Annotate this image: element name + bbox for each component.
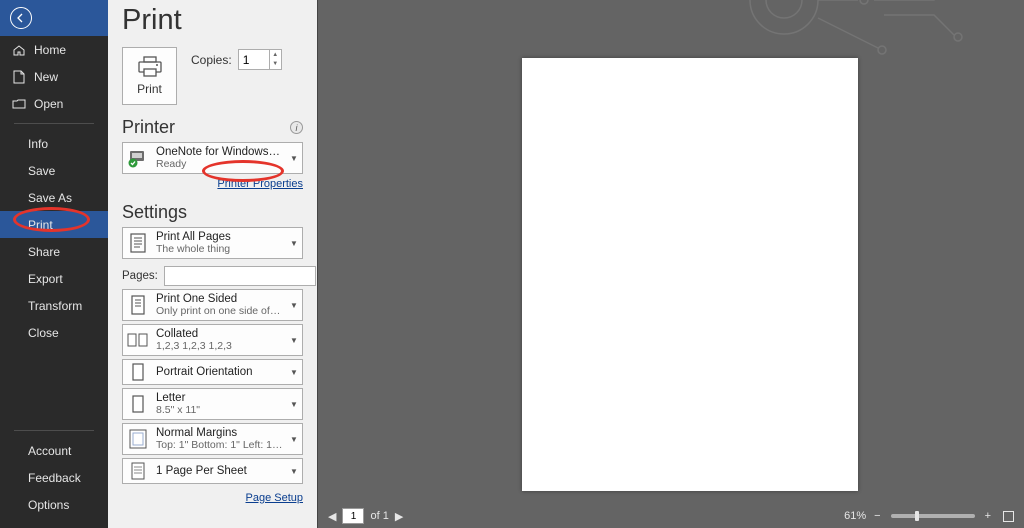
- next-page-button[interactable]: ▶: [395, 510, 403, 523]
- chevron-down-icon: ▼: [289, 400, 299, 409]
- decorative-circuit-graphic: [724, 0, 984, 60]
- printer-name: OneNote for Windows 10: [156, 146, 283, 159]
- chevron-down-icon: ▼: [289, 154, 299, 163]
- pages-per-sheet-dropdown[interactable]: 1 Page Per Sheet ▼: [122, 458, 303, 484]
- page-setup-link[interactable]: Page Setup: [246, 492, 304, 504]
- new-doc-icon: [12, 70, 26, 84]
- sidebar-item-share[interactable]: Share: [0, 238, 108, 265]
- spinner-down[interactable]: ▼: [270, 60, 281, 70]
- sidebar-item-label: Save: [28, 164, 55, 178]
- copies-label: Copies:: [191, 53, 232, 67]
- print-button[interactable]: Print: [122, 47, 177, 105]
- preview-page: [522, 58, 858, 491]
- current-page-input[interactable]: [342, 508, 364, 524]
- chevron-down-icon: ▼: [289, 239, 299, 248]
- sidebar-item-export[interactable]: Export: [0, 265, 108, 292]
- home-icon: [12, 43, 26, 57]
- sidebar-item-label: New: [34, 70, 58, 84]
- sidebar-item-print[interactable]: Print: [0, 211, 108, 238]
- preview-navbar: ◀ of 1 ▶ 61% − +: [318, 504, 1024, 528]
- print-button-label: Print: [137, 82, 162, 96]
- chevron-down-icon: ▼: [289, 435, 299, 444]
- backstage-sidebar: Home New Open Info Save Save As Print Sh…: [0, 0, 108, 528]
- printer-dropdown[interactable]: OneNote for Windows 10 Ready ▼: [122, 142, 303, 174]
- portrait-icon: [126, 360, 150, 384]
- open-folder-icon: [12, 97, 26, 111]
- back-button[interactable]: [0, 0, 108, 36]
- sidebar-item-feedback[interactable]: Feedback: [0, 464, 108, 491]
- sidebar-item-label: Account: [28, 444, 71, 458]
- sidebar-item-label: Close: [28, 326, 59, 340]
- paper-size-dropdown[interactable]: Letter8.5" x 11" ▼: [122, 388, 303, 420]
- sidebar-item-label: Info: [28, 137, 48, 151]
- print-range-dropdown[interactable]: Print All PagesThe whole thing ▼: [122, 227, 303, 259]
- settings-heading: Settings: [122, 202, 187, 223]
- one-page-sheet-icon: [126, 459, 150, 483]
- printer-properties-link[interactable]: Printer Properties: [217, 178, 303, 190]
- sidebar-item-label: Transform: [28, 299, 82, 313]
- sidebar-item-label: Home: [34, 43, 66, 57]
- collate-dropdown[interactable]: Collated1,2,3 1,2,3 1,2,3 ▼: [122, 324, 303, 356]
- sidebar-item-label: Print: [28, 218, 53, 232]
- spinner-up[interactable]: ▲: [270, 50, 281, 60]
- chevron-down-icon: ▼: [289, 467, 299, 476]
- sidebar-item-save-as[interactable]: Save As: [0, 184, 108, 211]
- chevron-down-icon: ▼: [289, 301, 299, 310]
- sidebar-item-transform[interactable]: Transform: [0, 292, 108, 319]
- sidebar-item-label: Save As: [28, 191, 72, 205]
- sidebar-item-info[interactable]: Info: [0, 130, 108, 157]
- margins-icon: [126, 427, 150, 451]
- margins-dropdown[interactable]: Normal MarginsTop: 1" Bottom: 1" Left: 1…: [122, 423, 303, 455]
- sidebar-item-label: Export: [28, 272, 63, 286]
- collated-icon: [126, 328, 150, 352]
- printer-icon: [137, 56, 163, 78]
- sidebar-item-label: Feedback: [28, 471, 81, 485]
- sidebar-item-label: Open: [34, 97, 63, 111]
- sidebar-item-new[interactable]: New: [0, 63, 108, 90]
- paper-size-icon: [126, 392, 150, 416]
- print-preview-area: ◀ of 1 ▶ 61% − +: [318, 0, 1024, 528]
- sidebar-item-home[interactable]: Home: [0, 36, 108, 63]
- chevron-down-icon: ▼: [289, 368, 299, 377]
- pages-input[interactable]: [164, 266, 316, 286]
- sidebar-separator: [14, 430, 94, 431]
- prev-page-button[interactable]: ◀: [328, 510, 336, 523]
- zoom-out-button[interactable]: −: [874, 510, 880, 522]
- sidebar-item-label: Share: [28, 245, 60, 259]
- printer-status-icon: [126, 146, 150, 170]
- sidebar-separator: [14, 123, 94, 124]
- page-total-label: of 1: [370, 510, 388, 522]
- sided-dropdown[interactable]: Print One SidedOnly print on one side of…: [122, 289, 303, 321]
- sidebar-item-close[interactable]: Close: [0, 319, 108, 346]
- sidebar-item-account[interactable]: Account: [0, 437, 108, 464]
- chevron-down-icon: ▼: [289, 336, 299, 345]
- zoom-in-button[interactable]: +: [985, 510, 991, 522]
- document-icon: [126, 231, 150, 255]
- one-sided-icon: [126, 293, 150, 317]
- printer-status: Ready: [156, 159, 283, 171]
- orientation-dropdown[interactable]: Portrait Orientation ▼: [122, 359, 303, 385]
- printer-heading: Printer: [122, 117, 175, 138]
- pages-label: Pages:: [122, 270, 158, 282]
- copies-input[interactable]: [239, 50, 269, 69]
- page-title: Print: [122, 4, 303, 37]
- printer-info-icon[interactable]: i: [290, 121, 303, 134]
- sidebar-item-open[interactable]: Open: [0, 90, 108, 117]
- back-arrow-icon: [10, 7, 32, 29]
- copies-spinner[interactable]: ▲ ▼: [238, 49, 282, 70]
- spinner-arrows: ▲ ▼: [269, 50, 281, 69]
- sidebar-item-label: Options: [28, 498, 69, 512]
- sidebar-item-save[interactable]: Save: [0, 157, 108, 184]
- zoom-slider[interactable]: [891, 514, 975, 518]
- sidebar-item-options[interactable]: Options: [0, 491, 108, 518]
- zoom-level-label: 61%: [844, 510, 866, 522]
- zoom-to-page-button[interactable]: [1003, 511, 1014, 522]
- print-settings-panel: Print Print Copies: ▲ ▼ Printer i: [108, 0, 318, 528]
- zoom-slider-thumb[interactable]: [915, 511, 919, 521]
